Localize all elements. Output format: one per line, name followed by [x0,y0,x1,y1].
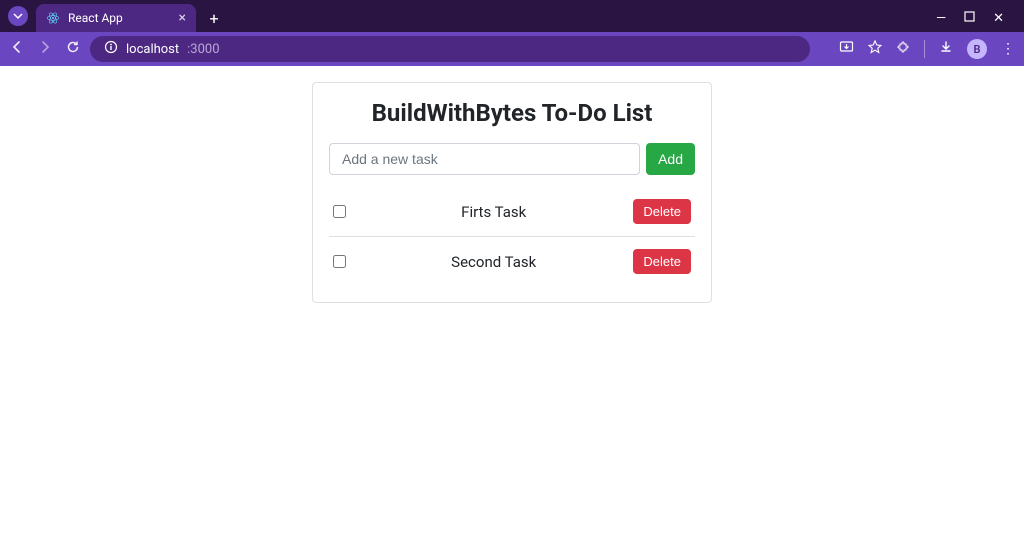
task-label: Second Task [354,253,633,271]
delete-button[interactable]: Delete [633,199,691,224]
task-checkbox[interactable] [333,205,346,218]
window-controls: ― ✕ [936,11,1016,26]
downloads-icon[interactable] [939,40,953,58]
site-info-icon[interactable] [104,40,118,58]
browser-tab-bar: React App × + ― ✕ [0,0,1024,32]
reload-button[interactable] [66,40,80,58]
todo-card: BuildWithBytes To-Do List Add Firts Task… [312,82,712,303]
maximize-button[interactable] [964,11,975,26]
delete-button[interactable]: Delete [633,249,691,274]
toolbar-divider [924,40,925,58]
new-tab-button[interactable]: + [202,6,226,30]
profile-button[interactable]: B [967,39,987,59]
add-button[interactable]: Add [646,143,695,175]
page-title: BuildWithBytes To-Do List [329,99,695,127]
forward-button[interactable] [38,40,52,58]
menu-button[interactable]: ⋮ [1001,41,1014,57]
url-port: :3000 [187,42,219,57]
url-host: localhost [126,42,179,57]
extensions-icon[interactable] [896,40,910,58]
back-button[interactable] [10,40,24,58]
close-window-button[interactable]: ✕ [993,11,1004,26]
tab-search-button[interactable] [8,6,28,26]
page-content: BuildWithBytes To-Do List Add Firts Task… [0,66,1024,540]
list-item: Firts Task Delete [329,187,695,237]
tab-title: React App [68,11,171,25]
bookmark-icon[interactable] [868,40,882,58]
close-tab-button[interactable]: × [179,11,186,25]
new-task-input[interactable] [329,143,640,175]
task-label: Firts Task [354,203,633,221]
browser-tab[interactable]: React App × [36,4,196,32]
task-list: Firts Task Delete Second Task Delete [329,187,695,286]
minimize-button[interactable]: ― [936,11,946,26]
install-app-icon[interactable] [839,40,854,59]
browser-toolbar: localhost :3000 B ⋮ [0,32,1024,66]
address-bar[interactable]: localhost :3000 [90,36,810,62]
task-checkbox[interactable] [333,255,346,268]
add-task-row: Add [329,143,695,175]
react-favicon-icon [46,11,60,25]
list-item: Second Task Delete [329,237,695,286]
